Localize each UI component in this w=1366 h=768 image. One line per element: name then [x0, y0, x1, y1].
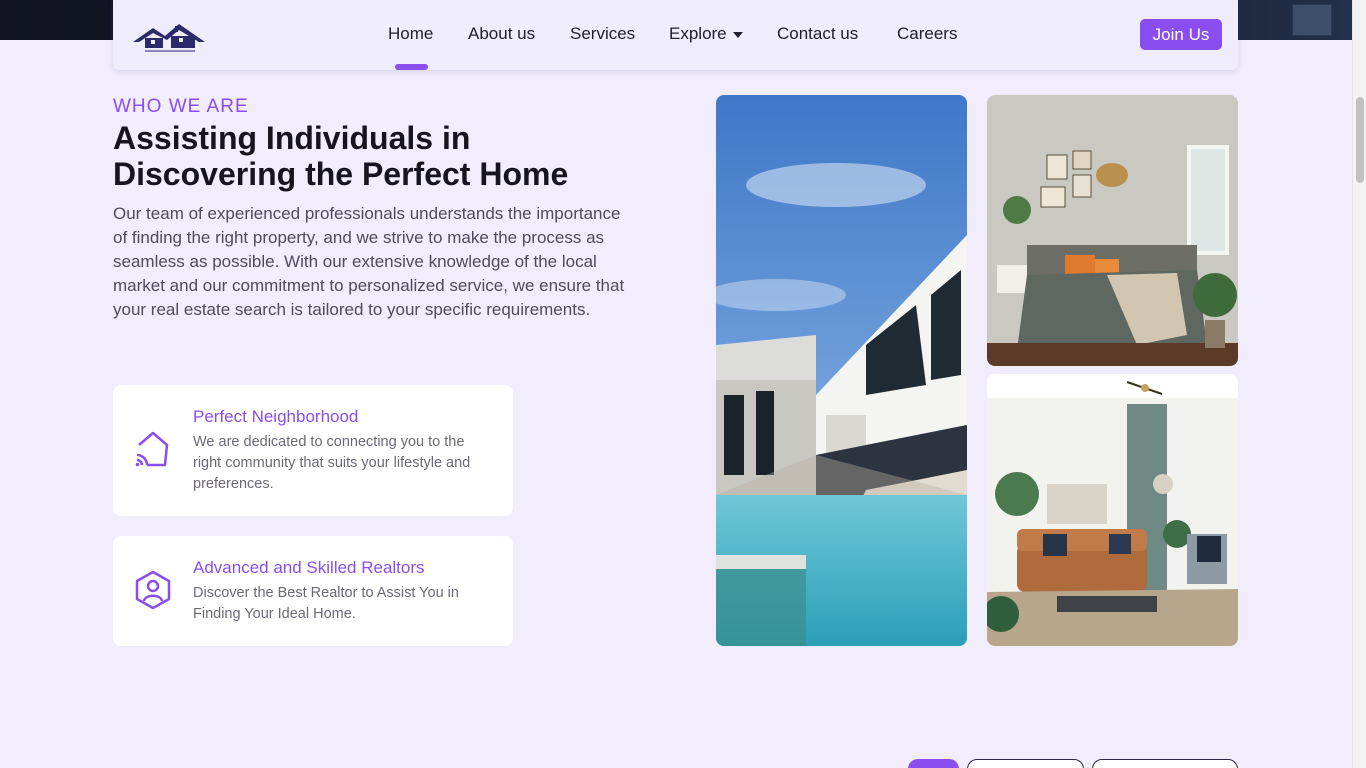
- category-tab[interactable]: [967, 759, 1084, 768]
- feature-description: We are dedicated to connecting you to th…: [193, 434, 471, 492]
- feature-card-neighborhood: Perfect Neighborhood We are dedicated to…: [113, 385, 513, 516]
- feature-title: Perfect Neighborhood: [193, 407, 359, 426]
- nav-contact-us[interactable]: Contact us: [777, 24, 858, 44]
- page-scrollbar[interactable]: [1352, 0, 1366, 768]
- nav-explore-label: Explore: [669, 24, 727, 43]
- join-us-button[interactable]: Join Us: [1140, 19, 1222, 50]
- main-navbar: Home About us Services Explore Contact u…: [113, 0, 1238, 70]
- user-badge-icon: [135, 570, 171, 610]
- nav-menu: Home About us Services Explore Contact u…: [113, 0, 1238, 70]
- nav-careers[interactable]: Careers: [897, 24, 957, 44]
- hero-decoration: [1292, 4, 1332, 36]
- nav-home[interactable]: Home: [388, 24, 433, 70]
- feature-title: Advanced and Skilled Realtors: [193, 558, 425, 577]
- category-tab-active[interactable]: [908, 759, 959, 768]
- caret-down-icon: [732, 31, 743, 38]
- bedroom-photo: [987, 95, 1238, 366]
- nav-explore[interactable]: Explore: [669, 24, 743, 44]
- section-eyebrow: WHO WE ARE: [113, 96, 249, 117]
- feature-card-realtors: Advanced and Skilled Realtors Discover t…: [113, 536, 513, 646]
- living-room-photo: [987, 374, 1238, 646]
- feature-description: Discover the Best Realtor to Assist You …: [193, 585, 459, 622]
- modern-house-pool-photo: [716, 95, 967, 646]
- scrollbar-thumb[interactable]: [1356, 97, 1364, 183]
- section-title: Assisting Individuals in Discovering the…: [113, 120, 569, 192]
- nav-about-us[interactable]: About us: [468, 24, 535, 44]
- nav-services[interactable]: Services: [570, 24, 635, 44]
- section-description: Our team of experienced professionals un…: [113, 204, 625, 319]
- home-signal-icon: [135, 431, 169, 467]
- category-tab[interactable]: [1092, 759, 1238, 768]
